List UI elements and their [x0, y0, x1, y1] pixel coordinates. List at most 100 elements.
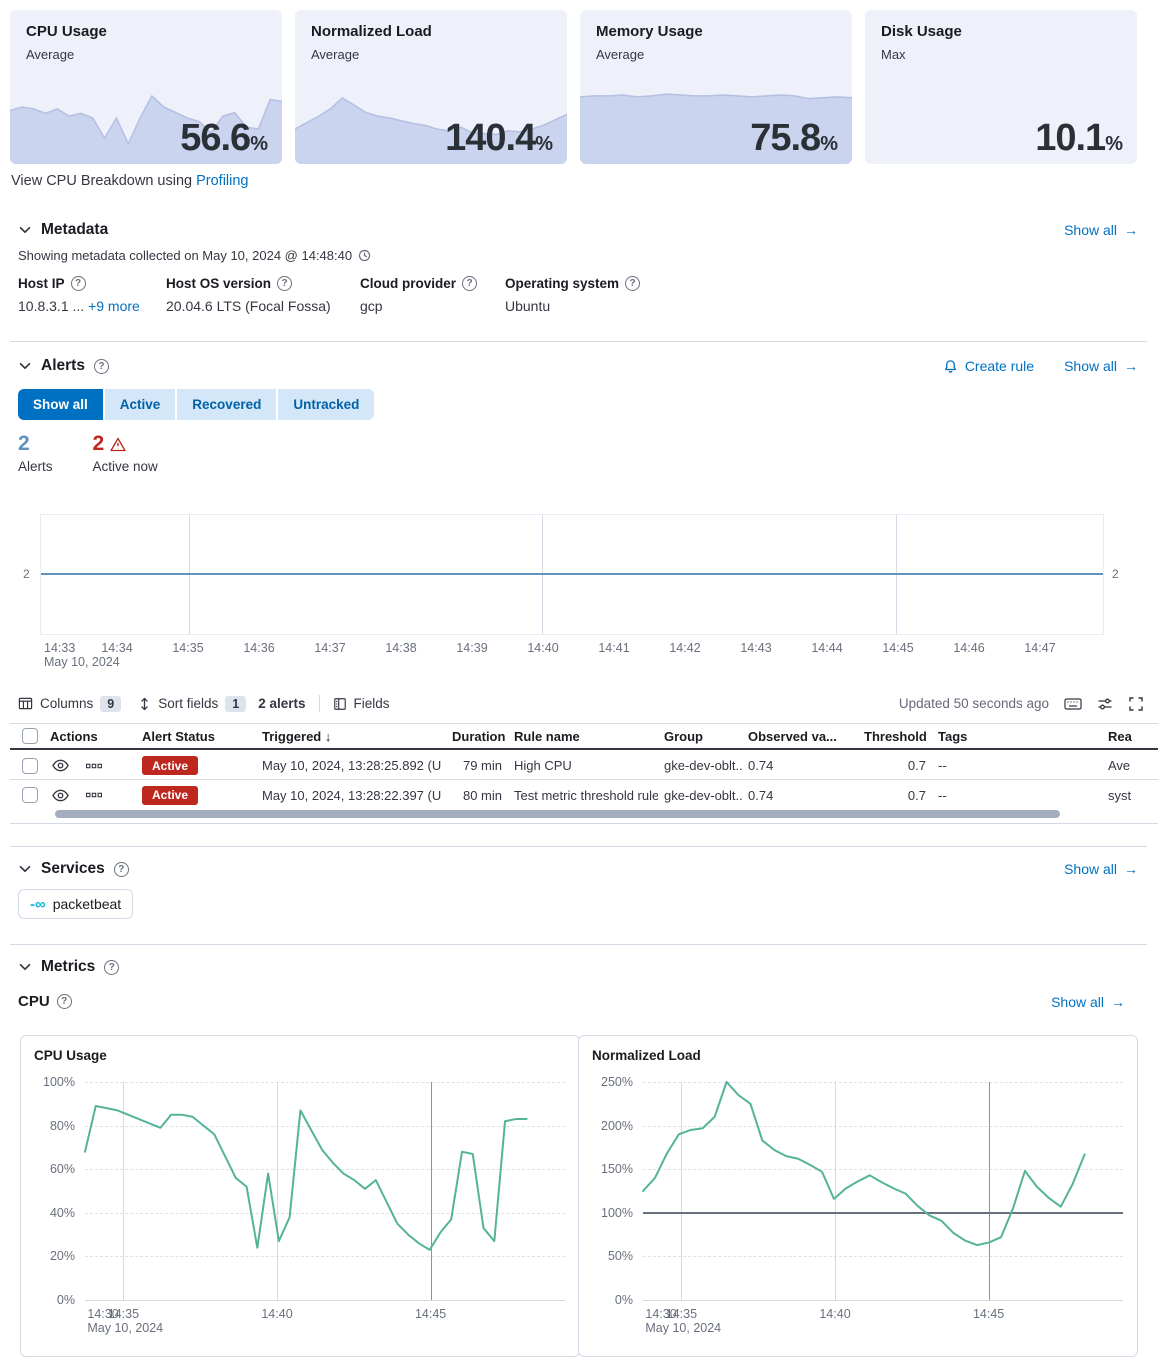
- tab-recovered[interactable]: Recovered: [177, 389, 276, 420]
- cpu-show-all-link[interactable]: Show all→: [1051, 994, 1125, 1010]
- cell-duration: 80 min: [446, 788, 508, 803]
- fullscreen-icon: [1128, 696, 1144, 712]
- help-icon[interactable]: ?: [462, 276, 477, 291]
- more-ips-link[interactable]: +9 more: [88, 298, 140, 314]
- cell-tags: --: [932, 758, 1102, 773]
- fields-button[interactable]: Fields: [333, 696, 390, 711]
- chevron-down-icon[interactable]: [18, 359, 32, 373]
- kpi-card-cpu-usage[interactable]: CPU Usage Average 56.6%: [10, 10, 282, 164]
- col-observed-value: Observed va...: [742, 729, 858, 744]
- sort-count-badge: 1: [225, 696, 246, 712]
- chevron-down-icon[interactable]: [18, 960, 32, 974]
- kpi-card-memory-usage[interactable]: Memory Usage Average 75.8%: [580, 10, 852, 164]
- profiling-link[interactable]: Profiling: [196, 173, 248, 189]
- row-checkbox[interactable]: [22, 758, 38, 774]
- select-all-checkbox[interactable]: [22, 728, 38, 744]
- x-axis-tick: 14:46: [953, 641, 984, 655]
- x-axis-tick: 14:34: [101, 641, 132, 655]
- kpi-title: Memory Usage: [596, 23, 836, 40]
- kpi-subtitle: Average: [311, 47, 551, 62]
- x-axis-tick: 14:40: [819, 1307, 850, 1321]
- x-axis-tick: 14:37: [314, 641, 345, 655]
- chevron-down-icon[interactable]: [18, 862, 32, 876]
- stat-active-now: 2 Active now: [93, 432, 158, 474]
- metadata-title: Metadata: [41, 221, 108, 239]
- help-icon[interactable]: ?: [114, 862, 129, 877]
- timeline-y-axis-left-label: 2: [23, 567, 30, 581]
- help-icon[interactable]: ?: [71, 276, 86, 291]
- col-triggered[interactable]: Triggered ↓: [256, 729, 446, 744]
- alerts-timeline-chart[interactable]: [40, 514, 1104, 635]
- tab-show-all[interactable]: Show all: [18, 389, 103, 420]
- tab-active[interactable]: Active: [105, 389, 176, 420]
- y-axis-tick: 80%: [25, 1119, 75, 1133]
- kpi-title: Disk Usage: [881, 23, 1121, 40]
- sort-fields-button[interactable]: Sort fields 1: [138, 696, 246, 712]
- cell-group[interactable]: gke-dev-oblt...: [658, 758, 742, 773]
- chevron-down-icon[interactable]: [18, 223, 32, 237]
- services-show-all-link[interactable]: Show all→: [1064, 861, 1138, 877]
- view-alert-eye-icon[interactable]: [52, 788, 69, 803]
- x-axis-tick: 14:41: [598, 641, 629, 655]
- help-icon[interactable]: ?: [57, 994, 72, 1009]
- help-icon[interactable]: ?: [625, 276, 640, 291]
- metric-series-line: [85, 1082, 565, 1300]
- metadata-field-host-ip: Host IP? 10.8.3.1 ... +9 more: [18, 276, 140, 314]
- view-alert-eye-icon[interactable]: [52, 758, 69, 773]
- arrow-right-icon: →: [1124, 222, 1138, 238]
- alerts-show-all-link[interactable]: Show all→: [1064, 358, 1138, 374]
- fullscreen-button[interactable]: [1128, 696, 1144, 712]
- kpi-card-disk-usage[interactable]: Disk Usage Max 10.1%: [865, 10, 1137, 164]
- stat-alerts: 2 Alerts: [18, 432, 53, 474]
- y-axis-tick: 60%: [25, 1162, 75, 1176]
- clock-icon[interactable]: [358, 249, 371, 262]
- service-chip-packetbeat[interactable]: -∞ packetbeat: [18, 889, 133, 919]
- more-actions-icon[interactable]: [86, 759, 102, 773]
- columns-button[interactable]: Columns 9: [18, 696, 121, 712]
- tab-untracked[interactable]: Untracked: [278, 389, 374, 420]
- cell-triggered: May 10, 2024, 13:28:22.397 (U: [256, 788, 446, 803]
- alerts-stats: 2 Alerts 2 Active now: [18, 432, 158, 474]
- kpi-card-normalized-load[interactable]: Normalized Load Average 140.4%: [295, 10, 567, 164]
- horizontal-scrollbar[interactable]: [55, 810, 1060, 818]
- help-icon[interactable]: ?: [94, 359, 109, 374]
- cpu-usage-chart-panel[interactable]: CPU Usage 0%20%40%60%80%100%14:30May 10,…: [20, 1035, 580, 1357]
- timeline-y-axis-right-label: 2: [1112, 567, 1119, 581]
- help-icon[interactable]: ?: [277, 276, 292, 291]
- status-badge[interactable]: Active: [142, 756, 198, 775]
- more-actions-icon[interactable]: [86, 788, 102, 802]
- create-rule-button[interactable]: Create rule: [943, 358, 1034, 374]
- x-axis-tick: 14:45: [882, 641, 913, 655]
- x-axis-tick: 14:44: [811, 641, 842, 655]
- arrow-right-icon: →: [1124, 861, 1138, 877]
- timeline-alert-count-line: [41, 573, 1103, 575]
- keyboard-shortcuts-button[interactable]: [1064, 696, 1082, 712]
- kpi-value: 10.1%: [1035, 117, 1123, 160]
- x-axis-tick: 14:35: [666, 1307, 697, 1321]
- arrow-right-icon: →: [1111, 994, 1125, 1010]
- kpi-title: CPU Usage: [26, 23, 266, 40]
- status-badge[interactable]: Active: [142, 786, 198, 805]
- section-divider: [10, 341, 1147, 342]
- col-duration: Duration: [446, 729, 508, 744]
- x-axis-tick: 14:40: [261, 1307, 292, 1321]
- metadata-collected-text: Showing metadata collected on May 10, 20…: [18, 248, 371, 263]
- alerts-table-header: Actions Alert Status Triggered ↓ Duratio…: [10, 723, 1158, 750]
- cell-observed-value: 0.74: [742, 788, 858, 803]
- metadata-show-all-link[interactable]: Show all→: [1064, 222, 1138, 238]
- row-checkbox[interactable]: [22, 787, 38, 803]
- x-axis-tick: 14:42: [669, 641, 700, 655]
- sort-desc-icon: ↓: [325, 729, 332, 744]
- help-icon[interactable]: ?: [104, 960, 119, 975]
- x-axis-tick: 14:40: [527, 641, 558, 655]
- col-alert-status: Alert Status: [136, 729, 256, 744]
- cell-group[interactable]: gke-dev-oblt...: [658, 788, 742, 803]
- cell-reason: Ave: [1102, 758, 1158, 773]
- kpi-subtitle: Average: [596, 47, 836, 62]
- metadata-field-cloud-provider: Cloud provider? gcp: [360, 276, 477, 314]
- col-threshold: Threshold: [858, 729, 932, 744]
- arrow-right-icon: →: [1124, 358, 1138, 374]
- normalized-load-chart-panel[interactable]: Normalized Load 0%50%100%150%200%250%14:…: [578, 1035, 1138, 1357]
- cell-threshold: 0.7: [858, 758, 932, 773]
- display-options-button[interactable]: [1097, 696, 1113, 712]
